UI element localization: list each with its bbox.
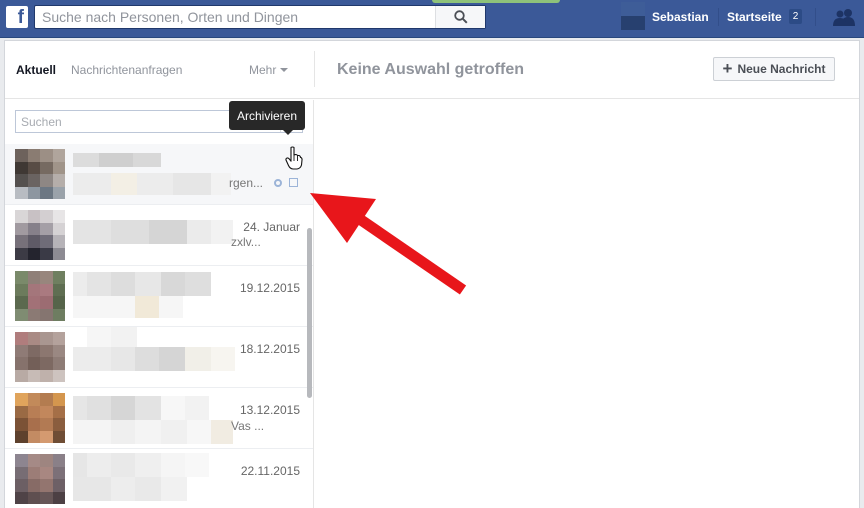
global-search-button[interactable] — [435, 6, 485, 28]
friend-requests-icon[interactable] — [832, 8, 856, 29]
conversation-date: 13.12.2015 — [239, 403, 300, 417]
blurred-message-preview — [73, 296, 183, 318]
plus-icon: + — [722, 59, 733, 78]
avatar — [15, 393, 65, 443]
mark-as-read-button[interactable] — [274, 179, 282, 187]
message-snippet: Vas ... — [231, 419, 265, 433]
user-profile-link[interactable]: Sebastian — [652, 10, 709, 24]
global-search-box — [34, 5, 486, 29]
facebook-logo-icon[interactable]: f — [6, 6, 28, 28]
message-snippet: zxlv... — [231, 235, 261, 249]
messages-header: Aktuell Nachrichtenanfragen Mehr Keine A… — [5, 41, 859, 99]
blurred-contact-name — [73, 272, 211, 296]
home-notification-count: 2 — [789, 9, 802, 24]
archive-tooltip: Archivieren — [229, 101, 305, 135]
blurred-message-preview — [73, 420, 233, 444]
topbar-divider — [815, 8, 816, 26]
avatar — [15, 454, 65, 504]
more-label: Mehr — [249, 63, 277, 77]
blurred-contact-name — [73, 327, 137, 347]
blurred-message-preview — [73, 477, 187, 501]
search-icon — [453, 10, 468, 24]
message-snippet: rgen... — [229, 176, 264, 190]
conversation-list: rgen... 24. Januar zxlv... 19.12.2015 18… — [5, 144, 313, 508]
blurred-contact-name — [73, 220, 233, 244]
conversation-item[interactable]: rgen... — [5, 144, 313, 205]
global-search-input[interactable] — [35, 6, 435, 28]
avatar — [15, 271, 65, 321]
new-message-button[interactable]: + Neue Nachricht — [713, 57, 835, 81]
red-annotation-arrow-icon — [300, 140, 475, 308]
avatar — [15, 332, 65, 382]
conversation-list-column: rgen... 24. Januar zxlv... — [5, 100, 314, 508]
blurred-contact-name — [73, 396, 209, 420]
conversation-item[interactable]: 24. Januar zxlv... — [5, 205, 313, 266]
blurred-message-preview — [73, 347, 235, 371]
chevron-down-icon — [280, 68, 289, 72]
avatar — [15, 210, 65, 260]
conversation-item[interactable]: 19.12.2015 — [5, 266, 313, 327]
conversation-title: Keine Auswahl getroffen — [337, 61, 524, 78]
more-dropdown[interactable]: Mehr — [249, 63, 289, 77]
archive-button[interactable] — [289, 178, 298, 187]
tab-message-requests[interactable]: Nachrichtenanfragen — [71, 63, 182, 77]
conversation-date: 24. Januar — [243, 220, 300, 234]
topbar-divider — [718, 8, 719, 26]
top-navigation-bar: f Sebastian Startseite 2 — [0, 0, 864, 38]
user-avatar[interactable] — [621, 2, 645, 30]
conversation-item[interactable]: 18.12.2015 — [5, 327, 313, 388]
conversation-date: 18.12.2015 — [239, 342, 300, 356]
blurred-message-preview — [73, 173, 231, 195]
blurred-contact-name — [73, 453, 209, 477]
home-link[interactable]: Startseite — [727, 10, 782, 24]
blurred-contact-name — [73, 153, 161, 167]
conversation-date: 22.11.2015 — [240, 464, 300, 478]
new-message-label: Neue Nachricht — [737, 62, 826, 76]
conversation-item[interactable]: 13.12.2015 Vas ... — [5, 388, 313, 449]
tab-current[interactable]: Aktuell — [16, 63, 56, 77]
avatar — [15, 149, 65, 199]
conversation-date: 19.12.2015 — [239, 281, 300, 295]
conversation-item[interactable]: 22.11.2015 — [5, 449, 313, 508]
loading-indicator — [432, 0, 560, 3]
header-divider — [314, 51, 315, 87]
